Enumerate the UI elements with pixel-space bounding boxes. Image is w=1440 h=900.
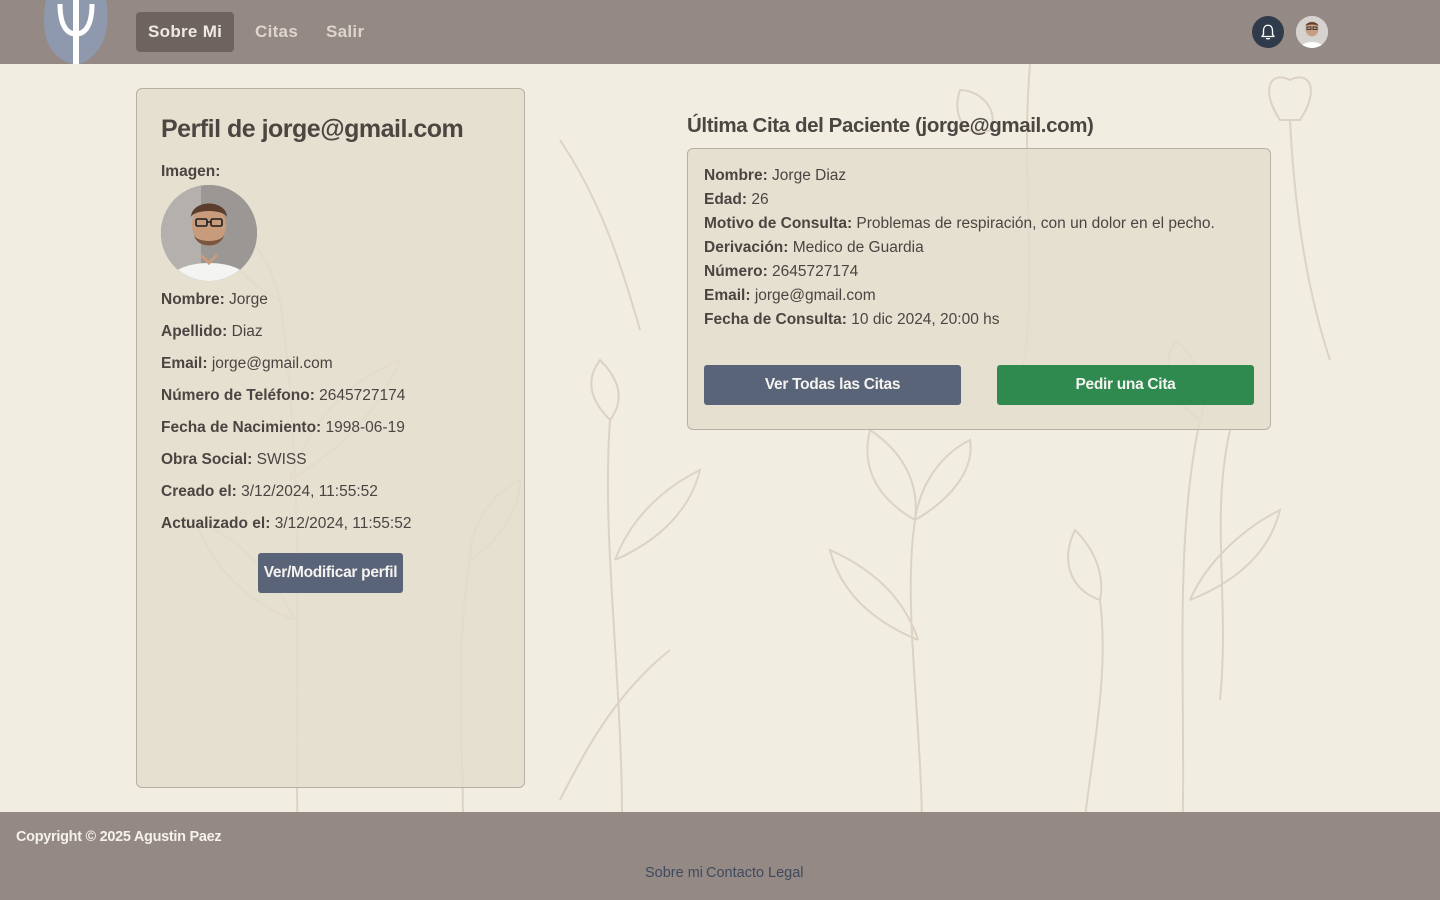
appointment-field-edad: Edad: 26 [704, 191, 769, 209]
appointment-field-derivacion: Derivación: Medico de Guardia [704, 239, 924, 257]
edit-profile-button[interactable]: Ver/Modificar perfil [258, 553, 403, 593]
field-label: Fecha de Nacimiento: [161, 419, 322, 436]
profile-field-apellido: Apellido: Diaz [161, 323, 263, 341]
image-label: Imagen: [161, 163, 221, 180]
appointment-field-motivo: Motivo de Consulta: Problemas de respira… [704, 215, 1215, 233]
field-value: 26 [751, 191, 769, 208]
field-value: jorge@gmail.com [211, 355, 333, 372]
field-label: Email: [161, 355, 208, 372]
field-value: 1998-06-19 [325, 419, 405, 436]
field-value: Problemas de respiración, con un dolor e… [856, 215, 1215, 232]
psi-logo-icon[interactable] [40, 0, 112, 64]
field-label: Número de Teléfono: [161, 387, 315, 404]
appointment-card: Nombre: Jorge Diaz Edad: 26 Motivo de Co… [687, 148, 1271, 430]
user-photo-icon [1296, 16, 1328, 48]
profile-title: Perfil de jorge@gmail.com [161, 115, 464, 143]
footer-link-sobre-mi[interactable]: Sobre mi [645, 865, 703, 881]
appointment-field-nombre: Nombre: Jorge Diaz [704, 167, 846, 185]
field-label: Email: [704, 287, 751, 304]
field-value: jorge@gmail.com [754, 287, 876, 304]
field-label: Apellido: [161, 323, 228, 340]
field-value: Jorge Diaz [772, 167, 847, 184]
field-value: 2645727174 [319, 387, 406, 404]
profile-photo-icon [161, 185, 257, 281]
field-value: SWISS [256, 451, 307, 468]
request-appointment-button[interactable]: Pedir una Cita [997, 365, 1254, 405]
top-navbar: Sobre Mi Citas Salir [0, 0, 1440, 64]
bell-icon [1261, 24, 1275, 40]
field-label: Número: [704, 263, 768, 280]
footer: Copyright © 2025 Agustin Paez Sobre mi C… [0, 812, 1440, 900]
copyright-text: Copyright © 2025 Agustin Paez [16, 829, 222, 845]
profile-field-nombre: Nombre: Jorge [161, 291, 268, 309]
field-label: Motivo de Consulta: [704, 215, 853, 232]
nav-item-sobre-mi[interactable]: Sobre Mi [136, 12, 235, 52]
appointment-field-numero: Número: 2645727174 [704, 263, 858, 281]
profile-field-obra-social: Obra Social: SWISS [161, 451, 307, 469]
footer-link-contacto[interactable]: Contacto [706, 865, 764, 881]
field-label: Creado el: [161, 483, 237, 500]
field-label: Edad: [704, 191, 748, 208]
profile-avatar [161, 185, 257, 281]
field-value: Diaz [231, 323, 263, 340]
field-value: Medico de Guardia [792, 239, 924, 256]
profile-field-nacimiento: Fecha de Nacimiento: 1998-06-19 [161, 419, 405, 437]
field-label: Nombre: [704, 167, 768, 184]
profile-card: Perfil de jorge@gmail.com Imagen: Nombre… [136, 88, 525, 788]
appointment-field-email: Email: jorge@gmail.com [704, 287, 876, 305]
field-label: Derivación: [704, 239, 789, 256]
field-label: Actualizado el: [161, 515, 271, 532]
field-value: 3/12/2024, 11:55:52 [274, 515, 412, 532]
field-value: 3/12/2024, 11:55:52 [241, 483, 378, 500]
notifications-button[interactable] [1252, 16, 1284, 48]
nav-item-citas[interactable]: Citas [243, 12, 310, 52]
profile-field-actualizado: Actualizado el: 3/12/2024, 11:55:52 [161, 515, 411, 533]
profile-field-creado: Creado el: 3/12/2024, 11:55:52 [161, 483, 378, 501]
profile-field-email: Email: jorge@gmail.com [161, 355, 333, 373]
view-all-appointments-button[interactable]: Ver Todas las Citas [704, 365, 961, 405]
field-value: 10 dic 2024, 20:00 hs [851, 311, 1000, 328]
profile-field-telefono: Número de Teléfono: 2645727174 [161, 387, 405, 405]
field-label: Nombre: [161, 291, 225, 308]
nav-item-salir[interactable]: Salir [314, 12, 376, 52]
footer-link-legal[interactable]: Legal [768, 865, 803, 881]
field-label: Obra Social: [161, 451, 253, 468]
field-label: Fecha de Consulta: [704, 311, 847, 328]
user-avatar[interactable] [1296, 16, 1328, 48]
appointment-field-fecha: Fecha de Consulta: 10 dic 2024, 20:00 hs [704, 311, 1000, 329]
field-value: 2645727174 [772, 263, 859, 280]
appointment-title: Última Cita del Paciente (jorge@gmail.co… [687, 114, 1094, 137]
field-value: Jorge [229, 291, 268, 308]
